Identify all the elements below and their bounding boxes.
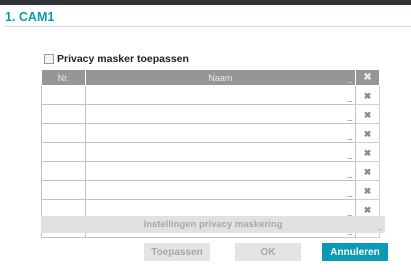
close-icon: ✖	[363, 91, 372, 101]
privacy-mask-table: Nr. Naam _ ✖ _✖_✖_✖_✖_✖_✖_✖_✖	[41, 69, 380, 238]
table-row[interactable]: _✖	[41, 142, 380, 162]
cancel-button[interactable]: Annuleren	[322, 243, 388, 261]
table-row[interactable]: _✖	[41, 85, 380, 105]
close-icon: ✖	[363, 205, 372, 215]
privacy-settings-button[interactable]: Instellingen privacy maskering _	[41, 216, 385, 233]
privacy-settings-label: Instellingen privacy maskering	[143, 219, 283, 230]
row-name-field[interactable]: _	[84, 85, 357, 105]
privacy-toggle-row[interactable]: Privacy masker toepassen	[44, 52, 189, 66]
edit-field-icon: _	[347, 131, 353, 140]
table-row[interactable]: _✖	[41, 123, 380, 143]
row-delete-button[interactable]: ✖	[355, 161, 380, 181]
apply-button[interactable]: Toepassen	[144, 243, 210, 261]
edit-field-icon: _	[347, 188, 353, 197]
row-nr-cell	[41, 123, 86, 143]
row-nr-cell	[41, 142, 86, 162]
delete-all-button[interactable]: ✖	[355, 69, 380, 86]
row-name-field[interactable]: _	[84, 142, 357, 162]
row-name-field[interactable]: _	[84, 123, 357, 143]
close-icon: ✖	[363, 129, 372, 139]
privacy-checkbox-label[interactable]: Privacy masker toepassen	[57, 53, 189, 65]
row-delete-button[interactable]: ✖	[355, 123, 380, 143]
column-header-name-label: Naam	[208, 72, 233, 83]
dialog-top-strip	[0, 0, 411, 5]
close-icon: ✖	[363, 167, 372, 177]
dialog-title: 1. CAM1	[5, 10, 55, 24]
table-header-row: Nr. Naam _ ✖	[41, 69, 380, 86]
row-nr-cell	[41, 104, 86, 124]
privacy-checkbox[interactable]	[44, 54, 54, 64]
title-divider	[5, 26, 411, 27]
row-delete-button[interactable]: ✖	[355, 142, 380, 162]
resize-handle-icon: _	[377, 222, 382, 231]
close-icon: ✖	[363, 148, 372, 158]
column-header-nr: Nr.	[41, 69, 86, 86]
table-row[interactable]: _✖	[41, 180, 380, 200]
row-nr-cell	[41, 180, 86, 200]
row-name-field[interactable]: _	[84, 104, 357, 124]
row-name-field[interactable]: _	[84, 161, 357, 181]
row-delete-button[interactable]: ✖	[355, 85, 380, 105]
ok-button[interactable]: OK	[235, 243, 301, 261]
edit-field-icon: _	[347, 207, 353, 216]
close-icon: ✖	[363, 72, 372, 83]
row-delete-button[interactable]: ✖	[355, 180, 380, 200]
column-header-name: Naam _	[84, 69, 357, 86]
table-row[interactable]: _✖	[41, 161, 380, 181]
resize-handle-icon: _	[347, 74, 353, 83]
table-row[interactable]: _✖	[41, 104, 380, 124]
edit-field-icon: _	[347, 169, 353, 178]
edit-field-icon: _	[347, 93, 353, 102]
row-nr-cell	[41, 161, 86, 181]
row-name-field[interactable]: _	[84, 180, 357, 200]
edit-field-icon: _	[347, 112, 353, 121]
row-delete-button[interactable]: ✖	[355, 104, 380, 124]
close-icon: ✖	[363, 186, 372, 196]
row-nr-cell	[41, 85, 86, 105]
close-icon: ✖	[363, 110, 372, 120]
edit-field-icon: _	[347, 150, 353, 159]
